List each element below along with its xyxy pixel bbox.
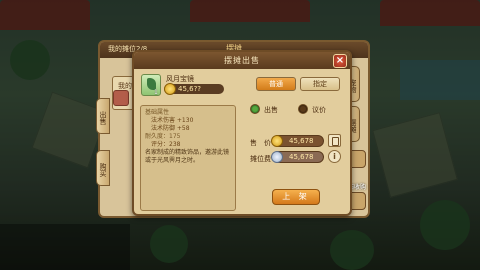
fee-row: 摊位费 45,678 i <box>250 150 346 165</box>
tab-specified[interactable]: 指定 <box>300 77 340 91</box>
chat-line <box>0 240 130 248</box>
sell-radio[interactable] <box>250 104 260 114</box>
price-input[interactable]: 45,678 <box>271 135 324 147</box>
item-stats: 基础属性 法术伤害 +130 法术防御 +58 耐久度：175 评分：238 名… <box>140 105 236 211</box>
item-info-pane: 1 风月宝镜 45,6?? 基础属性 法术伤害 +130 法术防御 +58 耐久… <box>140 73 236 212</box>
stats-section-title: 基础属性 <box>145 109 170 116</box>
item-header: 1 风月宝镜 45,6?? <box>140 73 236 101</box>
gold-coin-icon <box>164 83 176 95</box>
listing-dialog: 摆摊出售 × 1 风月宝镜 45,6?? 基础属性 法术伤害 +130 法术防御… <box>132 50 352 216</box>
fee-value: 45,678 <box>289 153 314 161</box>
dialog-title-bar: 摆摊出售 × <box>134 52 350 69</box>
tab-buy[interactable]: 购买 <box>96 150 110 186</box>
silver-coin-icon <box>271 151 283 163</box>
reference-price-value: 45,6?? <box>178 85 202 93</box>
calculator-icon[interactable] <box>328 134 341 147</box>
tab-normal[interactable]: 普通 <box>256 77 296 91</box>
item-description: 名家制成的精致饰品，邀游此镜或于光风霁月之时。 <box>145 149 230 164</box>
chat-log <box>0 224 130 270</box>
sale-mode-options: 出售 议价 <box>250 103 346 117</box>
dialog-title: 摆摊出售 <box>224 56 260 65</box>
chat-line <box>0 232 130 240</box>
gold-coin-icon <box>271 135 283 147</box>
chat-line <box>0 224 130 232</box>
negotiate-radio[interactable] <box>298 104 308 114</box>
stat-durability: 耐久度：175 <box>145 133 181 140</box>
fee-display: 45,678 <box>271 151 324 163</box>
price-row: 售 价 45,678 <box>250 134 346 149</box>
close-button[interactable]: × <box>333 54 347 68</box>
negotiate-radio-label: 议价 <box>312 106 326 114</box>
listing-form: 普通 指定 出售 议价 售 价 45,678 摊位费 45,678 i 上 架 <box>242 73 346 212</box>
stat-rating: 评分：238 <box>151 141 181 148</box>
reference-price: 45,6?? <box>164 83 224 95</box>
item-quantity: 1 <box>154 89 158 96</box>
stat-magic-defense: 法术防御 +58 <box>151 125 190 132</box>
price-label: 售 价 <box>250 139 271 147</box>
mirror-item-icon[interactable]: 1 <box>141 74 161 96</box>
info-icon[interactable]: i <box>328 150 341 163</box>
fee-label: 摊位费 <box>250 155 271 163</box>
tab-sell[interactable]: 出售 <box>96 98 110 134</box>
price-value: 45,678 <box>289 137 314 145</box>
list-item-button[interactable]: 上 架 <box>272 189 320 205</box>
avatar <box>113 90 129 106</box>
mode-tabs: 普通 指定 <box>248 77 344 91</box>
sell-radio-label: 出售 <box>264 106 278 114</box>
stat-magic-damage: 法术伤害 +130 <box>151 117 194 124</box>
